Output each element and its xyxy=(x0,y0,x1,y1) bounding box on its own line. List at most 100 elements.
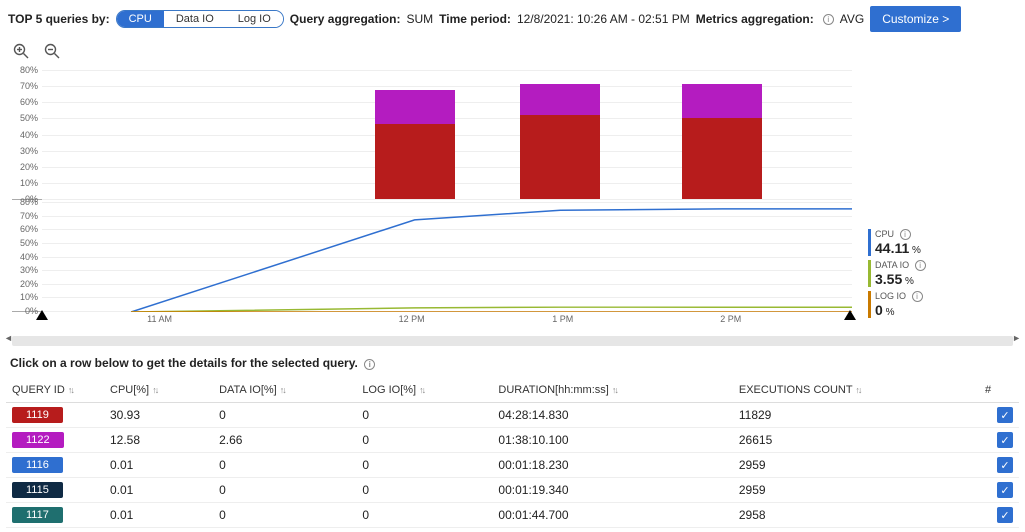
metrics-agg-info-icon[interactable]: i xyxy=(823,14,834,25)
table-row[interactable]: 11150.010000:01:19.3402959✓ xyxy=(6,478,1019,503)
query-id-pill[interactable]: 1119 xyxy=(12,407,63,423)
legend-logio-unit: % xyxy=(886,307,895,318)
table-hint-info-icon[interactable]: i xyxy=(364,359,375,370)
row-checkbox[interactable]: ✓ xyxy=(997,507,1013,523)
cell-duration: 04:28:14.830 xyxy=(492,403,732,428)
query-id-pill[interactable]: 1122 xyxy=(12,432,64,448)
bar-segment[interactable] xyxy=(520,84,600,115)
legend-logio-info-icon[interactable]: i xyxy=(912,291,923,302)
legend-dataio-name: DATA IO xyxy=(875,260,909,270)
cell-logio: 0 xyxy=(356,478,492,503)
top-filter-bar: TOP 5 queries by: CPU Data IO Log IO Que… xyxy=(0,0,1025,38)
table-row[interactable]: 11170.010000:01:44.7002958✓ xyxy=(6,503,1019,528)
legend-cpu-info-icon[interactable]: i xyxy=(900,229,911,240)
range-handle-left-icon[interactable] xyxy=(36,310,48,320)
table-row[interactable]: 11160.010000:01:18.2302959✓ xyxy=(6,453,1019,478)
query-id-pill[interactable]: 1115 xyxy=(12,482,63,498)
th-exec: EXECUTIONS COUNT xyxy=(739,384,852,396)
cell-dataio: 2.66 xyxy=(213,428,356,453)
legend-logio-name: LOG IO xyxy=(875,291,906,301)
table-hint: Click on a row below to get the details … xyxy=(0,352,1025,374)
zoom-in-icon[interactable] xyxy=(12,42,30,60)
sort-icon[interactable]: ↑↓ xyxy=(855,385,860,395)
range-handle-right-icon[interactable] xyxy=(844,310,856,320)
cell-dataio: 0 xyxy=(213,478,356,503)
sort-icon[interactable]: ↑↓ xyxy=(280,385,285,395)
horizontal-scrollbar[interactable] xyxy=(12,336,1013,346)
legend-logio: LOG IO i 0 % xyxy=(868,291,926,318)
pill-logio[interactable]: Log IO xyxy=(226,11,283,27)
bar-segment[interactable] xyxy=(375,90,455,124)
query-id-pill[interactable]: 1117 xyxy=(12,507,63,523)
time-period-label: Time period: xyxy=(439,12,511,26)
table-hint-text: Click on a row below to get the details … xyxy=(10,356,358,370)
cell-cpu: 12.58 xyxy=(104,428,213,453)
cell-duration: 01:38:10.100 xyxy=(492,428,732,453)
cell-dataio: 0 xyxy=(213,403,356,428)
row-checkbox[interactable]: ✓ xyxy=(997,432,1013,448)
table-header-row: QUERY ID ↑↓ CPU[%] ↑↓ DATA IO[%] ↑↓ LOG … xyxy=(6,378,1019,403)
cell-duration: 00:01:44.700 xyxy=(492,503,732,528)
th-logio: LOG IO[%] xyxy=(362,384,416,396)
legend-cpu-value: 44.11 xyxy=(875,240,909,256)
th-cpu: CPU[%] xyxy=(110,384,149,396)
line-series[interactable] xyxy=(131,209,852,312)
sort-icon[interactable]: ↑↓ xyxy=(68,385,73,395)
th-query-id: QUERY ID xyxy=(12,384,65,396)
sort-icon[interactable]: ↑↓ xyxy=(419,385,424,395)
queries-table: QUERY ID ↑↓ CPU[%] ↑↓ DATA IO[%] ↑↓ LOG … xyxy=(6,378,1019,528)
x-axis-tick: 12 PM xyxy=(399,314,425,324)
zoom-out-icon[interactable] xyxy=(43,42,61,60)
th-dataio: DATA IO[%] xyxy=(219,384,277,396)
pill-cpu[interactable]: CPU xyxy=(117,11,164,27)
row-checkbox[interactable]: ✓ xyxy=(997,407,1013,423)
metric-pill-group: CPU Data IO Log IO xyxy=(116,10,284,28)
sort-icon[interactable]: ↑↓ xyxy=(612,385,617,395)
cell-duration: 00:01:19.340 xyxy=(492,478,732,503)
row-checkbox[interactable]: ✓ xyxy=(997,482,1013,498)
cell-exec: 2958 xyxy=(733,503,979,528)
legend-dataio-unit: % xyxy=(905,276,914,287)
legend-dataio-info-icon[interactable]: i xyxy=(915,260,926,271)
cell-cpu: 0.01 xyxy=(104,478,213,503)
legend-cpu: CPU i 44.11 % xyxy=(868,229,926,256)
th-hash: # xyxy=(985,384,991,396)
legend-dataio: DATA IO i 3.55 % xyxy=(868,260,926,287)
cell-cpu: 0.01 xyxy=(104,453,213,478)
customize-button[interactable]: Customize > xyxy=(870,6,961,32)
shared-x-axis: 11 AM 12 PM 1 PM 2 PM xyxy=(12,312,852,330)
line-chart: 0%10%20%30%40%50%60%70%80% xyxy=(12,202,852,312)
legend-logio-value: 0 xyxy=(875,302,883,318)
metrics-agg-value: AVG xyxy=(840,12,864,26)
cell-exec: 2959 xyxy=(733,453,979,478)
cell-logio: 0 xyxy=(356,428,492,453)
bar-segment[interactable] xyxy=(682,84,762,118)
table-row[interactable]: 1122 12.582.66001:38:10.10026615 ✓ xyxy=(6,428,1019,453)
row-checkbox[interactable]: ✓ xyxy=(997,457,1013,473)
query-agg-label: Query aggregation: xyxy=(290,12,401,26)
cell-cpu: 30.93 xyxy=(104,403,213,428)
query-agg-value: SUM xyxy=(406,12,433,26)
bar-segment[interactable] xyxy=(375,124,455,199)
table-row[interactable]: 111930.930004:28:14.83011829✓ xyxy=(6,403,1019,428)
cell-logio: 0 xyxy=(356,503,492,528)
cell-logio: 0 xyxy=(356,453,492,478)
x-axis-tick: 2 PM xyxy=(720,314,741,324)
bar-segment[interactable] xyxy=(520,115,600,200)
top5-label: TOP 5 queries by: xyxy=(8,12,110,26)
x-axis-tick: 1 PM xyxy=(552,314,573,324)
metrics-legend: CPU i 44.11 % DATA IO i 3.55 % LOG IO i … xyxy=(868,229,926,322)
query-id-pill[interactable]: 1116 xyxy=(12,457,63,473)
bar-segment[interactable] xyxy=(682,118,762,199)
th-duration: DURATION[hh:mm:ss] xyxy=(498,384,608,396)
time-period-value: 12/8/2021: 10:26 AM - 02:51 PM xyxy=(517,12,690,26)
metrics-agg-label: Metrics aggregation: xyxy=(696,12,814,26)
cell-logio: 0 xyxy=(356,403,492,428)
x-axis-tick: 11 AM xyxy=(147,314,172,324)
sort-icon[interactable]: ↑↓ xyxy=(152,385,157,395)
cell-dataio: 0 xyxy=(213,503,356,528)
cell-exec: 26615 xyxy=(733,428,979,453)
legend-dataio-value: 3.55 xyxy=(875,271,902,287)
pill-dataio[interactable]: Data IO xyxy=(164,11,226,27)
stacked-bar-chart: 0%10%20%30%40%50%60%70%80% xyxy=(12,70,852,200)
